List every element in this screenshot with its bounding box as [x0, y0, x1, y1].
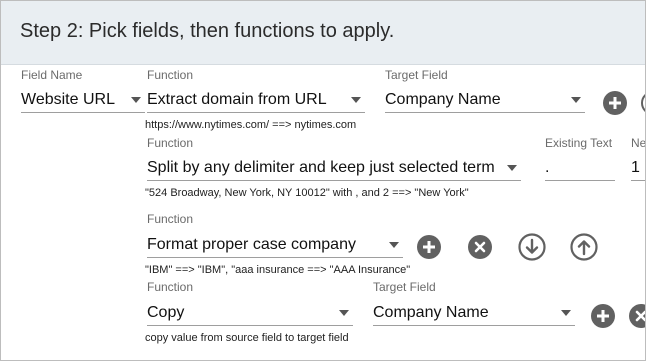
chevron-down-icon [131, 97, 141, 103]
plus-icon[interactable] [417, 235, 441, 259]
function-label: Function [147, 136, 194, 150]
function-label: Function [147, 280, 194, 294]
next-field[interactable]: 1 [631, 157, 645, 181]
field-name-label: Field Name [21, 68, 83, 82]
example-text: https://www.nytimes.com/ ==> nytimes.com [145, 119, 357, 131]
step-panel: Step 2: Pick fields, then functions to a… [0, 0, 646, 361]
close-icon[interactable] [468, 235, 492, 259]
existing-text-label: Existing Text [545, 136, 613, 150]
target-field-select[interactable]: Company Name [373, 302, 575, 326]
chevron-down-icon [507, 165, 517, 171]
example-text: copy value from source field to target f… [145, 332, 349, 344]
example-text: "IBM" ==> "IBM", "aaa insurance ==> "AAA… [145, 264, 411, 276]
field-name-select[interactable]: Website URL [21, 89, 145, 113]
target-field-label: Target Field [385, 68, 448, 82]
next-field-label: Ne [631, 136, 646, 150]
function-select[interactable]: Copy [147, 302, 353, 326]
function-value: Extract domain from URL [147, 91, 327, 108]
chevron-down-icon [351, 97, 361, 103]
arrow-up-icon[interactable] [570, 233, 598, 261]
close-icon[interactable] [629, 304, 645, 328]
target-field-select[interactable]: Company Name [385, 89, 585, 113]
field-name-value: Website URL [21, 91, 115, 108]
function-label: Function [147, 212, 194, 226]
function-value: Copy [147, 304, 185, 321]
plus-icon[interactable] [603, 91, 627, 115]
function-value: Split by any delimiter and keep just sel… [147, 159, 495, 176]
arrow-down-icon[interactable] [518, 233, 546, 261]
function-select[interactable]: Format proper case company [147, 234, 403, 258]
chevron-down-icon [339, 310, 349, 316]
function-label: Function [147, 68, 194, 82]
close-icon[interactable] [641, 91, 645, 115]
next-field-value: 1 [631, 159, 640, 176]
existing-text-field[interactable]: . [545, 157, 615, 181]
function-value: Format proper case company [147, 236, 356, 253]
chevron-down-icon [389, 242, 399, 248]
plus-icon[interactable] [591, 304, 615, 328]
example-text: "524 Broadway, New York, NY 10012" with … [145, 187, 469, 199]
function-select[interactable]: Extract domain from URL [147, 89, 365, 113]
step-header: Step 2: Pick fields, then functions to a… [1, 1, 645, 65]
target-field-value: Company Name [385, 91, 501, 108]
target-field-value: Company Name [373, 304, 489, 321]
function-select[interactable]: Split by any delimiter and keep just sel… [147, 157, 521, 181]
target-field-label: Target Field [373, 280, 436, 294]
chevron-down-icon [561, 310, 571, 316]
step-title: Step 2: Pick fields, then functions to a… [20, 20, 395, 42]
existing-text-value: . [545, 159, 550, 176]
chevron-down-icon [571, 97, 581, 103]
